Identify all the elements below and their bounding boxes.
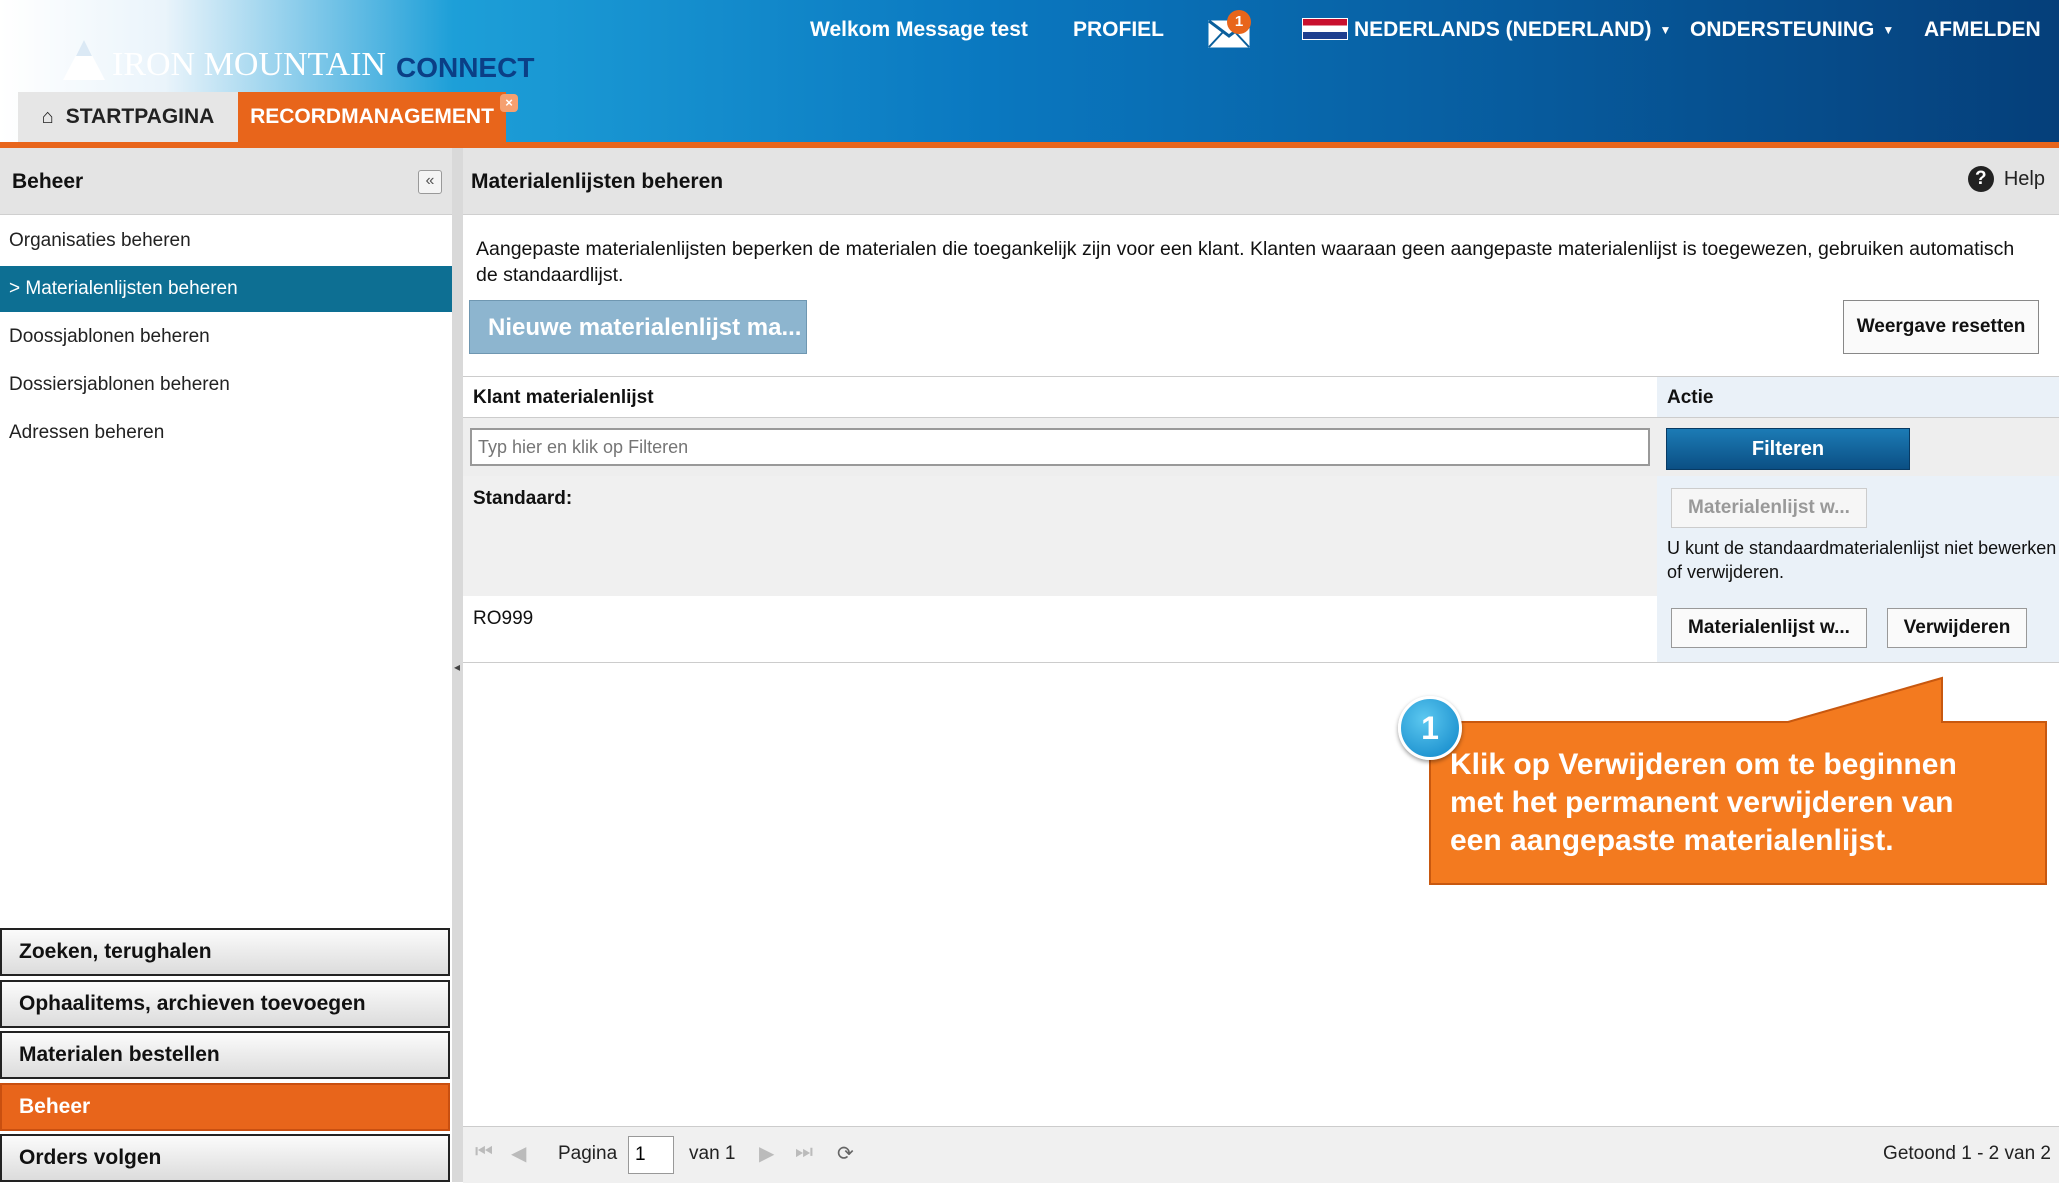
next-page-icon[interactable]: ▶ [759, 1141, 774, 1166]
filter-button[interactable]: Filteren [1666, 428, 1910, 470]
tab-recordmanagement-label: RECORDMANAGEMENT [250, 105, 494, 128]
chevron-down-icon: ▼ [1659, 23, 1672, 37]
column-header-name[interactable]: Klant materialenlijst [463, 376, 1657, 418]
section-materialen-bestellen[interactable]: Materialen bestellen [0, 1031, 450, 1079]
table-row: Standaard: Materialenlijst w... U kunt d… [463, 476, 2059, 597]
standard-note: U kunt de standaardmaterialenlijst niet … [1667, 538, 2057, 582]
sidebar-header: Beheer « [0, 148, 452, 215]
tab-recordmanagement[interactable]: RECORDMANAGEMENT [238, 92, 506, 142]
sidebar-item-dossiersjablonen[interactable]: Dossiersjablonen beheren [0, 362, 452, 408]
chevron-down-icon: ▼ [1882, 23, 1895, 37]
help-icon: ? [1967, 166, 1994, 192]
action-cell: Materialenlijst w... Verwijderen [1657, 596, 2059, 662]
edit-list-button[interactable]: Materialenlijst w... [1671, 608, 1867, 648]
column-header-action: Actie [1657, 376, 2059, 418]
last-page-icon[interactable]: ⏭ [795, 1141, 813, 1164]
tab-home[interactable]: ⌂ STARTPAGINA [18, 92, 238, 142]
refresh-icon[interactable]: ⟳ [837, 1141, 854, 1166]
app-header: IRON MOUNTAIN CONNECT Welkom Message tes… [0, 0, 2059, 142]
edit-list-button-disabled: Materialenlijst w... [1671, 488, 1867, 528]
mountain-logo-icon [63, 40, 105, 80]
sidebar-item-organisaties[interactable]: Organisaties beheren [0, 218, 452, 264]
table-row: RO999 Materialenlijst w... Verwijderen [463, 596, 2059, 663]
language-selector[interactable]: NEDERLANDS (NEDERLAND) ▼ [1302, 18, 1671, 42]
page-number-input[interactable] [628, 1136, 674, 1174]
help-label: Help [2003, 167, 2045, 190]
page-label: Pagina [558, 1143, 618, 1164]
logout-link[interactable]: AFMELDEN [1924, 18, 2041, 42]
sidebar: Beheer « Organisaties beheren > Material… [0, 148, 453, 1182]
records-summary: Getoond 1 - 2 van 2 [1883, 1143, 2051, 1164]
first-page-icon[interactable]: ⏮ [475, 1141, 493, 1164]
help-link[interactable]: ? Help [1967, 166, 2045, 192]
prev-page-icon[interactable]: ◀ [511, 1141, 526, 1166]
sidebar-item-doossjablonen[interactable]: Doossjablonen beheren [0, 314, 452, 360]
row-name: RO999 [473, 608, 534, 629]
close-tab-icon[interactable]: × [500, 94, 518, 112]
welcome-text: Welkom Message test [810, 18, 1028, 41]
reset-view-button[interactable]: Weergave resetten [1843, 300, 2039, 354]
sidebar-title: Beheer [12, 170, 84, 193]
logo-subtext: CONNECT [395, 52, 535, 83]
action-cell: Materialenlijst w... U kunt de standaard… [1657, 476, 2059, 596]
new-list-button[interactable]: Nieuwe materialenlijst ma... [469, 300, 807, 354]
main-panel: Materialenlijsten beheren ? Help Aangepa… [463, 148, 2059, 1183]
row-name: Standaard: [473, 488, 573, 509]
sidebar-item-adressen[interactable]: Adressen beheren [0, 410, 452, 456]
section-zoeken[interactable]: Zoeken, terughalen [0, 928, 450, 976]
tab-home-label: STARTPAGINA [65, 105, 215, 128]
sidebar-item-materialenlijsten[interactable]: > Materialenlijsten beheren [0, 266, 452, 312]
support-menu[interactable]: ONDERSTEUNING ▼ [1690, 18, 1894, 42]
section-beheer[interactable]: Beheer [0, 1083, 450, 1131]
page-count: van 1 [689, 1143, 736, 1164]
support-label: ONDERSTEUNING [1690, 18, 1875, 41]
filter-input[interactable] [470, 428, 1650, 466]
main-header: Materialenlijsten beheren ? Help [463, 148, 2059, 215]
page-title: Materialenlijsten beheren [471, 170, 724, 193]
logo-text: IRON MOUNTAIN [112, 46, 386, 83]
collapse-sidebar-icon[interactable]: « [418, 170, 442, 194]
netherlands-flag-icon [1302, 18, 1348, 40]
section-ophaalitems[interactable]: Ophaalitems, archieven toevoegen [0, 980, 450, 1028]
chevron-left-icon[interactable]: ◂ [454, 660, 460, 674]
home-icon: ⌂ [41, 105, 54, 128]
profile-link[interactable]: PROFIEL [1073, 18, 1164, 42]
mail-count-badge: 1 [1227, 10, 1251, 34]
iron-mountain-logo[interactable]: IRON MOUNTAIN CONNECT [62, 30, 534, 82]
delete-button[interactable]: Verwijderen [1887, 608, 2027, 648]
pagination-bar: ⏮ ◀ Pagina van 1 ▶ ⏭ ⟳ Getoond 1 - 2 van… [463, 1126, 2059, 1183]
section-orders-volgen[interactable]: Orders volgen [0, 1134, 450, 1182]
filter-row: Filteren [463, 418, 2059, 477]
language-label: NEDERLANDS (NEDERLAND) [1354, 18, 1652, 41]
intro-text: Aangepaste materialenlijsten beperken de… [476, 238, 2015, 286]
